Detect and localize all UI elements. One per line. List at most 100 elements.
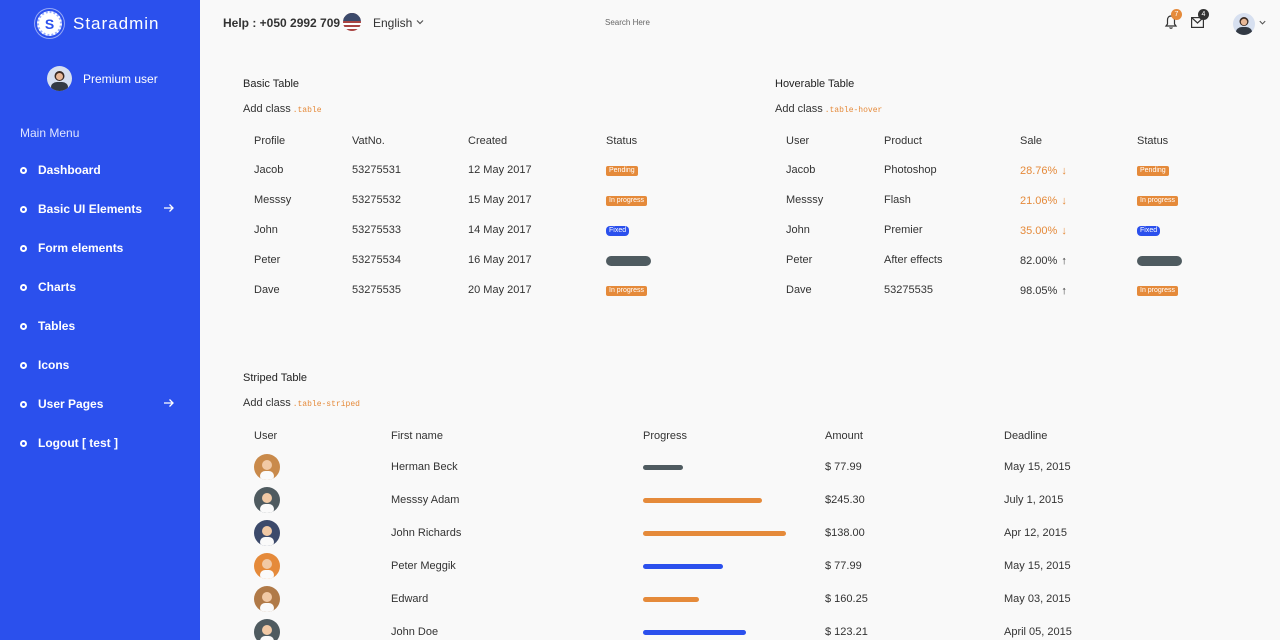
status-badge: Pending: [1137, 166, 1169, 176]
sidebar-item-form-elements[interactable]: Form elements: [20, 238, 180, 258]
status-badge: In progress: [606, 196, 648, 206]
basic-table-description: Add class .table: [243, 103, 322, 115]
table-cell-sale: 35.00% ↓: [1020, 225, 1067, 237]
table-cell-vat: 53275535: [352, 284, 401, 296]
table-cell-user: John: [786, 224, 810, 236]
sidebar-item-tables[interactable]: Tables: [20, 316, 180, 336]
table-cell-vat: 53275532: [352, 194, 401, 206]
table-cell-created: 12 May 2017: [468, 164, 532, 176]
table-cell-product: Premier: [884, 224, 923, 236]
sidebar-item-charts[interactable]: Charts: [20, 277, 180, 297]
column-header: VatNo.: [352, 135, 385, 147]
circle-icon: [20, 205, 27, 213]
table-cell-created: 16 May 2017: [468, 254, 532, 266]
row-avatar: [254, 619, 280, 640]
sidebar-item-label: Icons: [38, 358, 70, 372]
menu-section-title: Main Menu: [20, 126, 80, 140]
progress-bar: [643, 597, 699, 602]
search-input[interactable]: [605, 18, 725, 27]
table-cell-created: 15 May 2017: [468, 194, 532, 206]
table-cell-product: Flash: [884, 194, 911, 206]
table-cell-sale: 21.06% ↓: [1020, 195, 1067, 207]
row-avatar: [254, 586, 280, 612]
class-code: .table-striped: [292, 400, 360, 409]
table-cell-first-name: Herman Beck: [391, 461, 458, 473]
sidebar-item-logout-test[interactable]: Logout [ test ]: [20, 433, 180, 453]
table-cell-first-name: John Richards: [391, 527, 462, 539]
table-cell-user: Jacob: [786, 164, 816, 176]
sidebar-item-label: Logout [ test ]: [38, 436, 118, 450]
sidebar-item-basic-ui-elements[interactable]: Basic UI Elements: [20, 199, 180, 219]
column-header: First name: [391, 430, 443, 442]
sidebar-item-label: Basic UI Elements: [38, 202, 143, 216]
person-icon: [260, 460, 274, 480]
row-avatar: [254, 553, 280, 579]
table-cell-amount: $138.00: [825, 527, 865, 539]
hoverable-table-description: Add class .table-hover: [775, 103, 882, 115]
circle-icon: [20, 361, 27, 369]
hoverable-table-title: Hoverable Table: [775, 78, 855, 90]
flag-icon[interactable]: [343, 13, 361, 31]
table-cell-user: Dave: [786, 284, 812, 296]
column-header: Profile: [254, 135, 286, 147]
striped-table-description: Add class .table-striped: [243, 397, 360, 409]
table-cell-user: Peter: [786, 254, 813, 266]
add-class-label: Add class: [243, 103, 291, 115]
row-avatar: [254, 487, 280, 513]
sidebar-item-dashboard[interactable]: Dashboard: [20, 160, 180, 180]
table-cell-created: 20 May 2017: [468, 284, 532, 296]
status-badge: [606, 256, 651, 266]
table-cell-created: 14 May 2017: [468, 224, 532, 236]
sidebar-item-label: Dashboard: [38, 163, 101, 177]
add-class-label: Add class: [243, 397, 291, 409]
sidebar-profile[interactable]: Premium user: [47, 66, 158, 91]
progress-bar: [643, 498, 762, 503]
circle-icon: [20, 166, 27, 174]
status-badge: [1137, 256, 1182, 266]
table-cell-amount: $ 160.25: [825, 593, 868, 605]
person-icon: [260, 526, 274, 546]
sidebar-item-icons[interactable]: Icons: [20, 355, 180, 375]
sidebar-item-label: User Pages: [38, 397, 104, 411]
column-header: Amount: [825, 430, 863, 442]
message-count-badge: 4: [1198, 9, 1209, 20]
column-header: User: [786, 135, 810, 147]
row-avatar: [254, 454, 280, 480]
chevron-down-icon[interactable]: [415, 17, 425, 27]
table-cell-sale: 82.00% ↑: [1020, 255, 1067, 267]
notification-count-badge: 7: [1171, 9, 1182, 20]
brand[interactable]: S Staradmin: [37, 11, 159, 36]
table-cell-profile: John: [254, 224, 278, 236]
table-cell-amount: $ 77.99: [825, 461, 862, 473]
arrow-down-icon: ↓: [1061, 225, 1067, 237]
brand-initial: S: [44, 15, 55, 32]
striped-table-title: Striped Table: [243, 372, 308, 384]
circle-icon: [20, 322, 27, 330]
table-cell-vat: 53275533: [352, 224, 401, 236]
person-icon: [260, 493, 274, 513]
table-cell-product: 53275535: [884, 284, 933, 296]
column-header: Created: [468, 135, 508, 147]
table-cell-sale: 28.76% ↓: [1020, 165, 1067, 177]
top-user-avatar[interactable]: [1233, 13, 1255, 35]
table-cell-product: After effects: [884, 254, 943, 266]
class-code: .table-hover: [824, 106, 883, 115]
chevron-down-icon[interactable]: [1258, 18, 1267, 27]
sale-value: 98.05%: [1020, 285, 1058, 297]
table-cell-profile: Jacob: [254, 164, 284, 176]
arrow-down-icon: ↓: [1061, 165, 1067, 177]
table-cell-deadline: April 05, 2015: [1004, 626, 1072, 638]
arrow-up-icon: ↑: [1061, 285, 1067, 297]
language-selector[interactable]: English: [373, 16, 412, 30]
table-cell-vat: 53275534: [352, 254, 401, 266]
circle-icon: [20, 283, 27, 291]
row-avatar: [254, 520, 280, 546]
column-header: Status: [606, 135, 638, 147]
brand-name: Staradmin: [73, 13, 160, 33]
sale-value: 82.00%: [1020, 255, 1058, 267]
table-cell-profile: Dave: [254, 284, 280, 296]
sidebar-item-user-pages[interactable]: User Pages: [20, 394, 180, 414]
table-cell-amount: $ 77.99: [825, 560, 862, 572]
sale-value: 35.00%: [1020, 225, 1058, 237]
class-code: .table: [292, 106, 322, 115]
